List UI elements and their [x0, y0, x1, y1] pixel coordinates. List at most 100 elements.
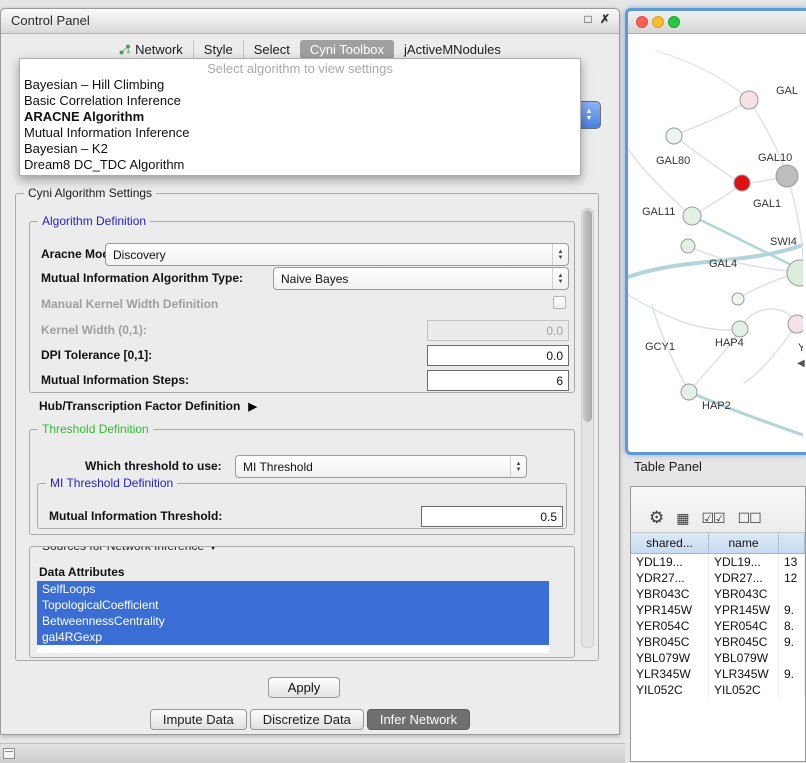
window-close-button[interactable]: [636, 16, 648, 28]
tab-cyni-toolbox[interactable]: Cyni Toolbox: [300, 40, 394, 59]
mi-steps-label: Mutual Information Steps:: [41, 373, 189, 387]
network-edge: [749, 100, 787, 176]
network-node-label: HAP2: [702, 400, 731, 412]
dpi-tolerance-label: DPI Tolerance [0,1]:: [41, 348, 152, 362]
table-row[interactable]: YIL052CYIL052C: [631, 682, 805, 698]
mi-steps-input[interactable]: [427, 370, 569, 391]
network-node[interactable]: [681, 384, 697, 400]
bottom-tab-impute-data[interactable]: Impute Data: [150, 709, 247, 730]
control-panel-window: Control Panel Network Style Select Cyni Too…: [0, 8, 620, 735]
combo-arrows-icon: [510, 456, 526, 477]
columns-icon[interactable]: ▦: [676, 510, 688, 526]
network-node[interactable]: [740, 91, 758, 109]
scrollbar-thumb[interactable]: [583, 210, 592, 422]
attribute-list-item[interactable]: BetweennessCentrality: [37, 613, 549, 629]
algorithm-option[interactable]: Mutual Information Inference: [20, 125, 580, 141]
network-node[interactable]: [666, 128, 682, 144]
data-attributes-list: SelfLoopsTopologicalCoefficientBetweenne…: [37, 581, 549, 653]
algorithm-option[interactable]: Bayesian – K2: [20, 141, 580, 157]
sources-title-row[interactable]: Sources for Network Inference: [38, 546, 222, 553]
attribute-list-item[interactable]: SelfLoops: [37, 581, 549, 597]
settings-group-title: Cyni Algorithm Settings: [24, 186, 156, 200]
bottom-tab-bar: Impute DataDiscretize DataInfer Network: [1, 709, 619, 730]
window-zoom-button[interactable]: [668, 16, 680, 28]
table-cell: YIL052C: [709, 682, 779, 698]
attribute-list-item[interactable]: TopologicalCoefficient: [37, 597, 549, 613]
network-node-label: GAL4: [709, 258, 737, 270]
table-cell: 9.: [779, 602, 805, 618]
panel-toggle-icon[interactable]: [3, 748, 15, 759]
tab-network[interactable]: Network: [109, 40, 193, 59]
network-node[interactable]: [681, 239, 695, 253]
network-window-titlebar: [628, 11, 806, 34]
attribute-list-item[interactable]: gal4RGexp: [37, 629, 549, 645]
algorithm-option[interactable]: Bayesian – Hill Climbing: [20, 77, 580, 93]
bottom-tab-infer-network[interactable]: Infer Network: [367, 709, 470, 730]
apply-button[interactable]: Apply: [268, 677, 340, 698]
hub-definition-expander[interactable]: Hub/Transcription Factor Definition: [39, 399, 257, 413]
network-node[interactable]: [732, 293, 744, 305]
collapse-down-icon: [208, 546, 218, 553]
bottom-tab-discretize-data[interactable]: Discretize Data: [250, 709, 364, 730]
splitter-collapse-icon[interactable]: [797, 358, 805, 369]
gear-icon[interactable]: ⚙: [649, 510, 663, 526]
column-header[interactable]: [779, 533, 805, 554]
table-cell: [779, 682, 805, 698]
network-canvas[interactable]: GALGAL80GAL10GAL11GAL1SWI4GAL4GCY1HAP4YH…: [628, 33, 803, 454]
close-window-icon[interactable]: [598, 12, 612, 28]
checked-boxes-icon[interactable]: ☑☑: [701, 510, 724, 526]
window-minimize-button[interactable]: [652, 16, 664, 28]
network-icon: [119, 44, 131, 55]
table-body: YDL19...YDL19...13YDR27...YDR27...12YBR0…: [631, 554, 805, 761]
table-cell: 9.: [779, 666, 805, 682]
network-edge: [628, 295, 732, 330]
aracne-mode-select[interactable]: Discovery: [105, 243, 569, 266]
table-header-row: shared...name: [631, 533, 805, 554]
dpi-tolerance-input[interactable]: [427, 345, 569, 366]
combo-arrows-icon: [552, 268, 568, 289]
expand-right-icon: [248, 399, 256, 413]
mi-type-value: Naive Bayes: [274, 272, 552, 286]
column-header[interactable]: shared...: [631, 533, 709, 554]
tab-select[interactable]: Select: [243, 40, 300, 59]
table-cell: 9.: [779, 634, 805, 650]
column-header[interactable]: name: [709, 533, 779, 554]
mi-type-select[interactable]: Naive Bayes: [273, 267, 569, 290]
table-row[interactable]: YDR27...YDR27...12: [631, 570, 805, 586]
status-bar: [0, 743, 625, 763]
unchecked-boxes-icon[interactable]: ☐☐: [738, 510, 761, 526]
table-row[interactable]: YER054CYER054C8.: [631, 618, 805, 634]
float-window-icon[interactable]: [581, 12, 595, 28]
table-row[interactable]: YBL079WYBL079W: [631, 650, 805, 666]
table-cell: [779, 586, 805, 602]
control-panel-titlebar: Control Panel: [1, 9, 619, 34]
tab-jactivemnodules[interactable]: jActiveMNodules: [394, 40, 511, 59]
table-cell: 13: [779, 554, 805, 570]
algorithm-option[interactable]: ARACNE Algorithm: [20, 109, 580, 125]
network-node-label: Y: [798, 342, 803, 354]
settings-scrollbar[interactable]: [581, 208, 594, 648]
network-node[interactable]: [734, 175, 750, 191]
tab-style[interactable]: Style: [193, 40, 243, 59]
table-row[interactable]: YBR045CYBR045C9.: [631, 634, 805, 650]
network-node[interactable]: [732, 321, 748, 337]
kernel-width-label: Kernel Width (0,1):: [41, 323, 147, 337]
table-cell: YPR145W: [709, 602, 779, 618]
network-node[interactable]: [683, 207, 701, 225]
algorithm-placeholder-option[interactable]: Select algorithm to view settings: [20, 61, 580, 77]
which-threshold-select[interactable]: MI Threshold: [235, 455, 527, 478]
table-cell: YER054C: [709, 618, 779, 634]
tab-label: Select: [254, 42, 290, 57]
table-row[interactable]: YDL19...YDL19...13: [631, 554, 805, 570]
mi-threshold-input[interactable]: [421, 506, 563, 527]
network-node[interactable]: [788, 315, 803, 333]
table-row[interactable]: YLR345WYLR345W9.: [631, 666, 805, 682]
network-node[interactable]: [776, 165, 798, 187]
table-cell: YDR27...: [709, 570, 779, 586]
algorithm-option[interactable]: Basic Correlation Inference: [20, 93, 580, 109]
table-row[interactable]: YPR145WYPR145W9.: [631, 602, 805, 618]
manual-kernel-checkbox[interactable]: [553, 296, 566, 309]
table-row[interactable]: YBR043CYBR043C: [631, 586, 805, 602]
tab-label: Network: [135, 42, 183, 57]
algorithm-option[interactable]: Dream8 DC_TDC Algorithm: [20, 157, 580, 173]
